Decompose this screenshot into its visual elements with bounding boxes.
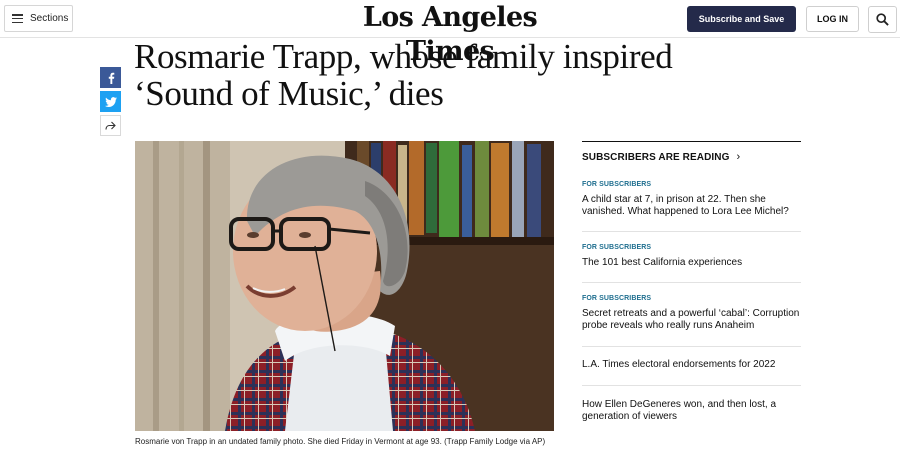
photo-caption: Rosmarie von Trapp in an undated family … bbox=[135, 437, 546, 446]
login-button[interactable]: LOG IN bbox=[806, 6, 859, 32]
facebook-icon bbox=[108, 72, 114, 84]
sidebar-item-title[interactable]: Secret retreats and a powerful ‘cabal’: … bbox=[582, 308, 801, 332]
twitter-icon bbox=[104, 96, 117, 107]
sidebar-heading-label: SUBSCRIBERS ARE READING bbox=[582, 151, 730, 163]
sections-label: Sections bbox=[30, 13, 69, 24]
sidebar-item-title[interactable]: The 101 best California experiences bbox=[582, 257, 801, 269]
article-photo bbox=[135, 141, 554, 431]
menu-icon bbox=[12, 14, 23, 23]
chevron-right-icon: › bbox=[736, 151, 741, 163]
subscribe-button[interactable]: Subscribe and Save bbox=[687, 6, 796, 32]
sidebar-item-title[interactable]: How Ellen DeGeneres won, and then lost, … bbox=[582, 399, 801, 423]
sidebar-item-title[interactable]: L.A. Times electoral endorsements for 20… bbox=[582, 359, 801, 371]
sidebar-item-kicker: FOR SUBSCRIBERS bbox=[582, 181, 652, 188]
sidebar-item[interactable]: FOR SUBSCRIBERS A child star at 7, in pr… bbox=[582, 172, 801, 232]
article-headline: Rosmarie Trapp, whose family inspired ‘S… bbox=[134, 37, 673, 113]
twitter-share-button[interactable] bbox=[100, 91, 121, 112]
share-icon bbox=[105, 121, 116, 130]
sidebar-item[interactable]: How Ellen DeGeneres won, and then lost, … bbox=[582, 386, 801, 423]
search-icon bbox=[876, 13, 889, 26]
sidebar-heading[interactable]: SUBSCRIBERS ARE READING › bbox=[582, 142, 801, 172]
sidebar-item[interactable]: L.A. Times electoral endorsements for 20… bbox=[582, 347, 801, 386]
facebook-share-button[interactable] bbox=[100, 67, 121, 88]
sidebar-item-kicker: FOR SUBSCRIBERS bbox=[582, 295, 652, 302]
site-header: Sections Los Angeles Times Subscribe and… bbox=[0, 0, 900, 67]
sidebar-item-kicker: FOR SUBSCRIBERS bbox=[582, 244, 652, 251]
sidebar-item[interactable]: FOR SUBSCRIBERS The 101 best California … bbox=[582, 232, 801, 283]
search-button[interactable] bbox=[868, 6, 897, 33]
sidebar-item[interactable]: FOR SUBSCRIBERS Secret retreats and a po… bbox=[582, 283, 801, 347]
sections-button[interactable]: Sections bbox=[4, 5, 73, 32]
more-share-button[interactable] bbox=[100, 115, 121, 136]
subscribers-reading-sidebar: SUBSCRIBERS ARE READING › FOR SUBSCRIBER… bbox=[582, 141, 801, 423]
sidebar-item-title[interactable]: A child star at 7, in prison at 22. Then… bbox=[582, 194, 801, 218]
